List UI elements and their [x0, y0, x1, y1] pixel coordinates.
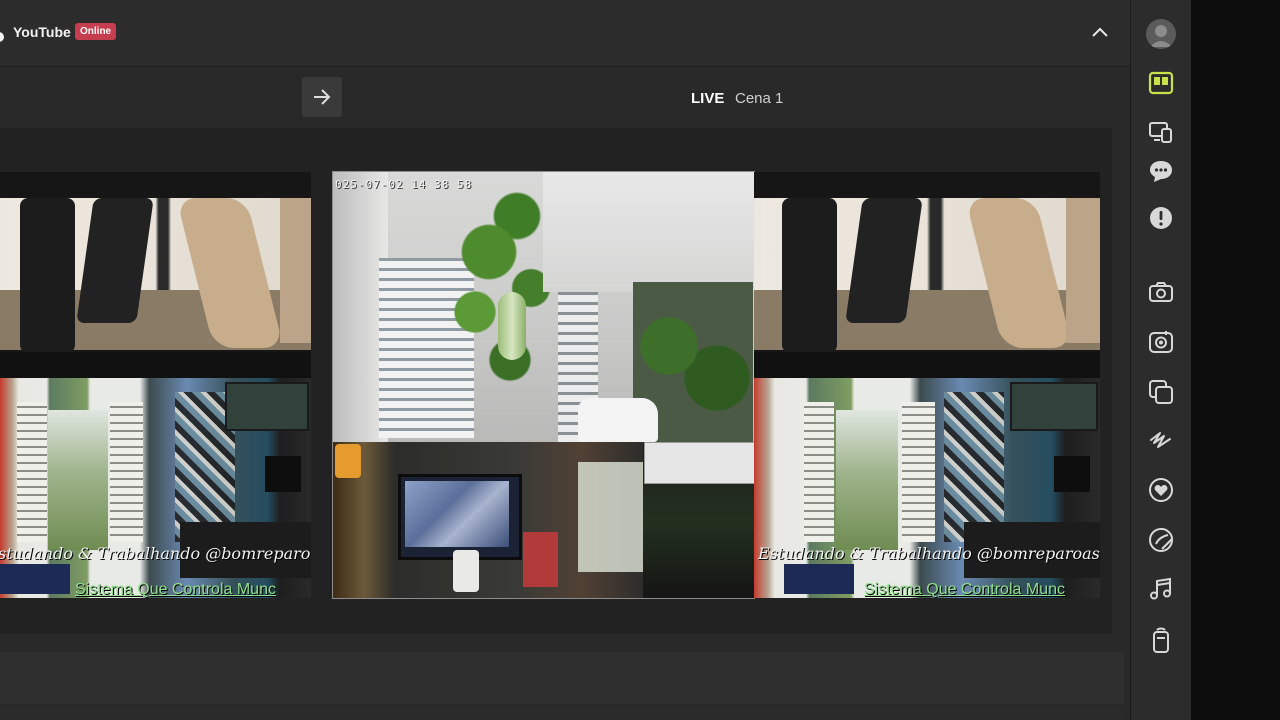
divider [754, 352, 1100, 378]
wall-tv [225, 382, 309, 431]
leg-shape [782, 198, 837, 353]
leg-shape [20, 198, 75, 353]
preview-right[interactable]: Estudando & Trabalhando @bomreparoas sist… [754, 172, 1100, 598]
leg-shape [1066, 198, 1100, 343]
transition-button[interactable] [302, 77, 342, 117]
avatar-icon[interactable] [1146, 19, 1176, 49]
status-badge: Online [75, 23, 117, 40]
snapshot-icon [1149, 331, 1173, 353]
overlay-banner: Sistema Que Controla Munc [75, 581, 276, 598]
music-button[interactable] [1145, 573, 1177, 605]
camera-button[interactable] [1145, 276, 1177, 308]
overlay-banner: Sistema Que Controla Munc [864, 581, 1065, 598]
remote-icon [1153, 627, 1169, 653]
live-label: LIVE [691, 90, 725, 107]
window-overlay [644, 442, 754, 484]
sticker-button[interactable] [1145, 524, 1177, 556]
window-grille [17, 402, 47, 542]
screen-thumbnail [0, 564, 70, 594]
main-area: YouTube Online LIVE Cena 1 studando & Tr… [0, 0, 1130, 720]
chat-icon [1150, 161, 1172, 182]
layers-icon [1149, 380, 1173, 404]
app-name: YouTube [13, 24, 71, 40]
screen-thumbnail [784, 564, 854, 594]
chevron-up-icon [1092, 27, 1108, 37]
bottle [453, 550, 479, 592]
building [543, 172, 754, 292]
plant-area [836, 410, 898, 550]
window-grille [110, 402, 143, 542]
overlay-caption: Estudando & Trabalhando @bomreparoassist… [758, 544, 1100, 563]
user-silhouette-icon [1150, 25, 1172, 47]
plant-area [48, 410, 108, 550]
overlay-caption: studando & Trabalhando @bomreparoassiste… [0, 544, 311, 563]
camera-timestamp: 025-07-02 14 38 58 [335, 178, 473, 191]
snapshot-button[interactable] [1145, 326, 1177, 358]
shelf-view [578, 462, 643, 572]
sticker-icon [1149, 528, 1173, 552]
layers-button[interactable] [1145, 376, 1177, 408]
storage-box [523, 532, 558, 587]
speaker [1054, 456, 1090, 492]
chat-button[interactable] [1145, 155, 1177, 187]
layout-button[interactable] [1145, 67, 1177, 99]
scene-name: Cena 1 [735, 90, 784, 107]
gourd [498, 292, 526, 360]
remote-button[interactable] [1145, 624, 1177, 656]
layout-icon [1148, 71, 1174, 95]
arrow-right-icon [314, 89, 331, 105]
collapse-button[interactable] [1086, 20, 1114, 44]
bottom-strip [0, 710, 1124, 720]
monitor-screen [405, 481, 509, 547]
preview-stage: studando & Trabalhando @bomreparoassiste… [0, 128, 1112, 634]
lamp [335, 444, 361, 478]
music-icon [1150, 577, 1171, 600]
right-sidebar [1130, 0, 1191, 720]
outer-background [1191, 0, 1280, 720]
heart-button[interactable] [1145, 474, 1177, 506]
leg-shape [280, 198, 311, 343]
camera-icon [1149, 282, 1173, 302]
devices-icon [1149, 122, 1172, 143]
heart-icon [1149, 478, 1173, 502]
app-header: YouTube Online [0, 0, 1130, 67]
draw-button[interactable] [1145, 425, 1177, 457]
wall-tv [1010, 382, 1098, 431]
speaker [265, 456, 301, 492]
divider [0, 352, 311, 378]
graffiti-area [944, 392, 1004, 542]
draw-icon [1150, 432, 1171, 448]
devices-button[interactable] [1145, 116, 1177, 148]
bottom-panel [0, 652, 1124, 704]
brand-logo-icon [0, 32, 4, 42]
alert-icon [1150, 207, 1172, 229]
preview-left[interactable]: studando & Trabalhando @bomreparoassiste… [0, 172, 311, 598]
parked-car [578, 398, 658, 442]
window-grille [804, 402, 834, 542]
window-grille [902, 402, 935, 542]
alert-button[interactable] [1145, 202, 1177, 234]
preview-center[interactable]: 025-07-02 14 38 58 [332, 171, 755, 599]
scene-toolbar: LIVE Cena 1 [0, 67, 1130, 127]
